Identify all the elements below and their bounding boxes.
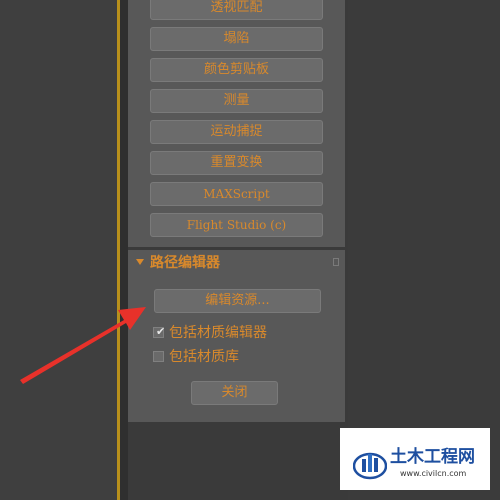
- watermark-url: www.civilcn.com: [400, 469, 467, 478]
- watermark-title: 土木工程网: [390, 447, 475, 467]
- civilcn-logo: [353, 452, 387, 480]
- red-arrow-icon: [20, 307, 146, 384]
- watermark: 土木工程网 www.civilcn.com: [340, 428, 490, 490]
